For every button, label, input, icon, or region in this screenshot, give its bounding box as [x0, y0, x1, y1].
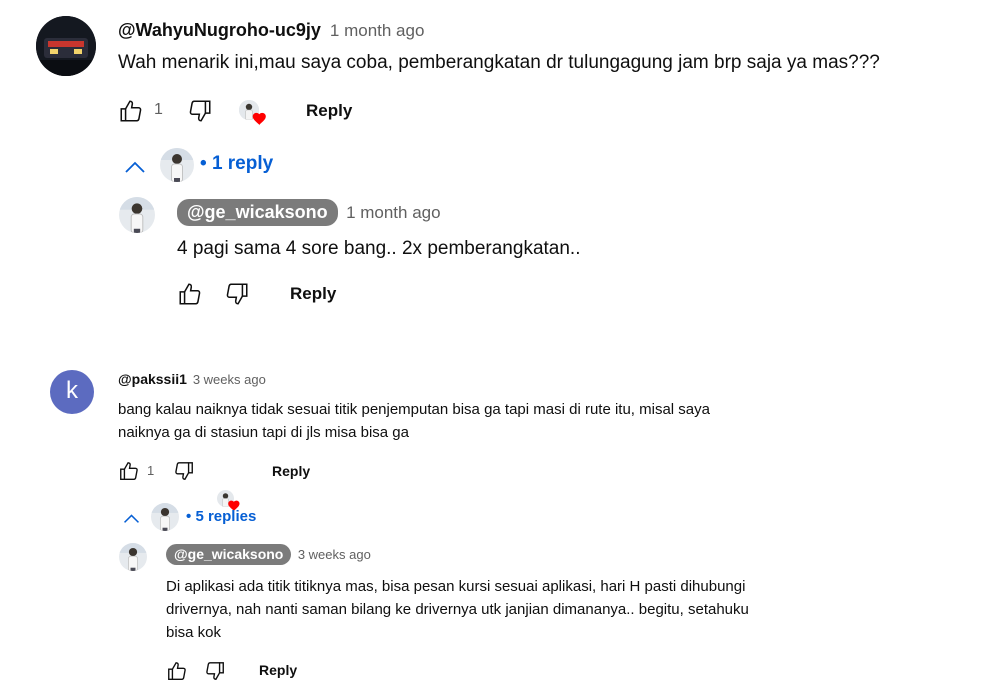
reply-avatar[interactable]	[119, 197, 155, 233]
reply-button[interactable]: Reply	[290, 284, 336, 304]
reply-header: @ge_wicaksono 3 weeks ago	[166, 544, 371, 565]
thumbs-down-icon	[226, 283, 248, 305]
bullet: •	[200, 153, 207, 174]
timestamp[interactable]: 3 weeks ago	[193, 372, 266, 387]
comment-header: @pakssii1 3 weeks ago	[118, 371, 266, 387]
thumbs-up-icon	[168, 662, 186, 680]
author-name[interactable]: @WahyuNugroho-uc9jy	[118, 20, 321, 40]
thumbs-down-icon	[189, 100, 211, 122]
thumbs-down-icon	[175, 462, 193, 480]
like-count: 1	[154, 101, 163, 118]
thumbs-up-icon	[120, 100, 142, 122]
timestamp[interactable]: 1 month ago	[346, 203, 441, 222]
bullet: •	[186, 508, 192, 525]
like-button[interactable]	[166, 660, 188, 682]
creator-heart-icon	[252, 112, 266, 126]
dislike-button[interactable]	[204, 660, 226, 682]
creator-heart	[239, 100, 271, 128]
reply-avatar[interactable]	[119, 543, 147, 571]
timestamp[interactable]: 3 weeks ago	[298, 547, 371, 562]
reply-text-line: bisa kok	[166, 624, 222, 641]
comment-text-line: naiknya ga di stasiun tapi di jls misa b…	[118, 424, 409, 441]
reply-author-avatar	[151, 503, 179, 531]
timestamp[interactable]: 1 month ago	[330, 21, 425, 40]
dislike-button[interactable]	[187, 98, 213, 124]
replies-count: 5 replies	[195, 508, 257, 525]
reply-text: 4 pagi sama 4 sore bang.. 2x pemberangka…	[177, 238, 581, 259]
like-button[interactable]	[118, 460, 140, 482]
thumbs-up-icon	[179, 283, 201, 305]
dislike-button[interactable]	[224, 281, 250, 307]
reply-header: @ge_wicaksono 1 month ago	[177, 199, 441, 226]
like-count: 1	[147, 463, 155, 478]
reply-author-avatar	[160, 148, 194, 182]
replies-toggle[interactable]: • 1 reply	[124, 146, 304, 186]
creator-author-pill[interactable]: @ge_wicaksono	[166, 544, 292, 565]
avatar[interactable]	[36, 16, 96, 76]
avatar-letter: k	[66, 377, 78, 404]
replies-toggle[interactable]: • 5 replies	[123, 502, 283, 534]
reply-text-line: drivernya, nah nanti saman bilang ke dri…	[166, 601, 749, 618]
comment-header: @WahyuNugroho-uc9jy 1 month ago	[118, 20, 424, 41]
thumbs-up-icon	[120, 462, 138, 480]
author-name[interactable]: @pakssii1	[118, 371, 187, 387]
reply-button[interactable]: Reply	[272, 463, 310, 479]
comment-thread-1: @WahyuNugroho-uc9jy 1 month ago Wah mena…	[0, 0, 1000, 305]
chevron-up-icon	[125, 161, 145, 173]
reply-text-line: Di aplikasi ada titik titiknya mas, bisa…	[166, 578, 746, 595]
reply-text: Di aplikasi ada titik titiknya mas, bisa…	[166, 575, 749, 644]
thumbs-down-icon	[206, 662, 224, 680]
like-button[interactable]	[177, 281, 203, 307]
like-button[interactable]	[118, 98, 144, 124]
dislike-button[interactable]	[173, 460, 195, 482]
comment-text-line: bang kalau naiknya tidak sesuai titik pe…	[118, 401, 710, 418]
reply-button[interactable]: Reply	[259, 662, 297, 678]
creator-author-pill[interactable]: @ge_wicaksono	[177, 199, 338, 226]
avatar[interactable]: k	[50, 370, 94, 414]
replies-count: 1 reply	[211, 153, 274, 174]
comment-text: bang kalau naiknya tidak sesuai titik pe…	[118, 398, 710, 444]
chevron-up-icon	[123, 514, 140, 523]
comment-text: Wah menarik ini,mau saya coba, pemberang…	[118, 52, 880, 73]
reply-button[interactable]: Reply	[306, 101, 352, 121]
